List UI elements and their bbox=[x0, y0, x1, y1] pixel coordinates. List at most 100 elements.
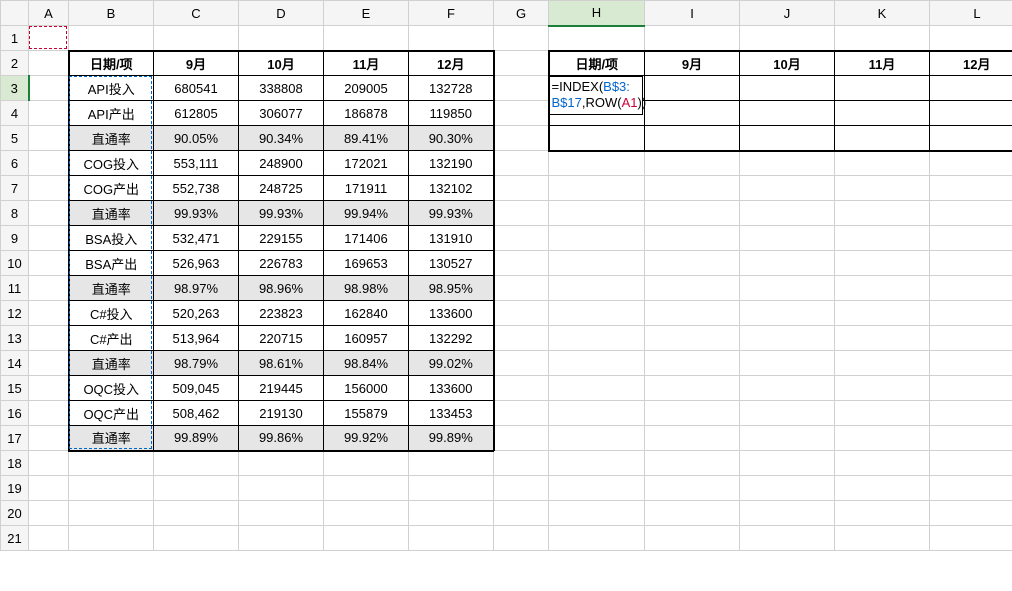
cell-I13[interactable] bbox=[645, 326, 740, 351]
cell-I11[interactable] bbox=[645, 276, 740, 301]
cell-H14[interactable] bbox=[549, 351, 645, 376]
row-header-19[interactable]: 19 bbox=[1, 476, 29, 501]
cell-H2[interactable]: 日期/项 bbox=[549, 51, 645, 76]
cell-A10[interactable] bbox=[29, 251, 69, 276]
cell-G8[interactable] bbox=[494, 201, 549, 226]
cell-L10[interactable] bbox=[930, 251, 1012, 276]
cell-L2[interactable]: 12月 bbox=[930, 51, 1012, 76]
cell-A18[interactable] bbox=[29, 451, 69, 476]
column-header-row[interactable]: A B C D E F G H I J K L bbox=[1, 1, 1012, 26]
row-4[interactable]: 4API产出612805306077186878119850 bbox=[1, 101, 1012, 126]
cell-H21[interactable] bbox=[549, 526, 645, 551]
cell-J13[interactable] bbox=[740, 326, 835, 351]
cell-B3[interactable]: API投入 bbox=[69, 76, 154, 101]
cell-K9[interactable] bbox=[835, 226, 930, 251]
cell-H19[interactable] bbox=[549, 476, 645, 501]
cell-C20[interactable] bbox=[154, 501, 239, 526]
cell-G12[interactable] bbox=[494, 301, 549, 326]
cell-E8[interactable]: 99.94% bbox=[324, 201, 409, 226]
cell-D20[interactable] bbox=[239, 501, 324, 526]
cell-I17[interactable] bbox=[645, 426, 740, 451]
cell-K4[interactable] bbox=[835, 101, 930, 126]
cell-L9[interactable] bbox=[930, 226, 1012, 251]
row-9[interactable]: 9BSA投入532,471229155171406131910 bbox=[1, 226, 1012, 251]
cell-H6[interactable] bbox=[549, 151, 645, 176]
cell-J12[interactable] bbox=[740, 301, 835, 326]
cell-B16[interactable]: OQC产出 bbox=[69, 401, 154, 426]
cell-K18[interactable] bbox=[835, 451, 930, 476]
cell-I20[interactable] bbox=[645, 501, 740, 526]
row-5[interactable]: 5直通率90.05%90.34%89.41%90.30% bbox=[1, 126, 1012, 151]
row-7[interactable]: 7COG产出552,738248725171911132102 bbox=[1, 176, 1012, 201]
cell-D17[interactable]: 99.86% bbox=[239, 426, 324, 451]
row-17[interactable]: 17直通率99.89%99.86%99.92%99.89% bbox=[1, 426, 1012, 451]
cell-D11[interactable]: 98.96% bbox=[239, 276, 324, 301]
row-header-8[interactable]: 8 bbox=[1, 201, 29, 226]
cell-D6[interactable]: 248900 bbox=[239, 151, 324, 176]
cell-I14[interactable] bbox=[645, 351, 740, 376]
cell-D9[interactable]: 229155 bbox=[239, 226, 324, 251]
cell-A17[interactable] bbox=[29, 426, 69, 451]
cell-G20[interactable] bbox=[494, 501, 549, 526]
row-header-20[interactable]: 20 bbox=[1, 501, 29, 526]
col-header-F[interactable]: F bbox=[409, 1, 494, 26]
cell-E21[interactable] bbox=[324, 526, 409, 551]
cell-K12[interactable] bbox=[835, 301, 930, 326]
cell-F11[interactable]: 98.95% bbox=[409, 276, 494, 301]
cell-F6[interactable]: 132190 bbox=[409, 151, 494, 176]
cell-F9[interactable]: 131910 bbox=[409, 226, 494, 251]
cell-I2[interactable]: 9月 bbox=[645, 51, 740, 76]
cell-J3[interactable] bbox=[740, 76, 835, 101]
col-header-D[interactable]: D bbox=[239, 1, 324, 26]
cell-H9[interactable] bbox=[549, 226, 645, 251]
cell-A2[interactable] bbox=[29, 51, 69, 76]
cell-H12[interactable] bbox=[549, 301, 645, 326]
cell-K1[interactable] bbox=[835, 26, 930, 51]
cell-A9[interactable] bbox=[29, 226, 69, 251]
cell-F3[interactable]: 132728 bbox=[409, 76, 494, 101]
cell-D19[interactable] bbox=[239, 476, 324, 501]
cell-A16[interactable] bbox=[29, 401, 69, 426]
cell-L6[interactable] bbox=[930, 151, 1012, 176]
cell-L20[interactable] bbox=[930, 501, 1012, 526]
cell-C11[interactable]: 98.97% bbox=[154, 276, 239, 301]
row-3[interactable]: 3API投入680541338808209005132728 bbox=[1, 76, 1012, 101]
cell-G5[interactable] bbox=[494, 126, 549, 151]
cell-L4[interactable] bbox=[930, 101, 1012, 126]
cell-A7[interactable] bbox=[29, 176, 69, 201]
cell-I12[interactable] bbox=[645, 301, 740, 326]
cell-H5[interactable] bbox=[549, 126, 645, 151]
cell-D3[interactable]: 338808 bbox=[239, 76, 324, 101]
cell-C8[interactable]: 99.93% bbox=[154, 201, 239, 226]
cell-L13[interactable] bbox=[930, 326, 1012, 351]
cell-J5[interactable] bbox=[740, 126, 835, 151]
cell-C9[interactable]: 532,471 bbox=[154, 226, 239, 251]
row-header-14[interactable]: 14 bbox=[1, 351, 29, 376]
cell-K3[interactable] bbox=[835, 76, 930, 101]
cell-J11[interactable] bbox=[740, 276, 835, 301]
row-header-2[interactable]: 2 bbox=[1, 51, 29, 76]
cell-L18[interactable] bbox=[930, 451, 1012, 476]
cell-H7[interactable] bbox=[549, 176, 645, 201]
cell-F21[interactable] bbox=[409, 526, 494, 551]
cell-K19[interactable] bbox=[835, 476, 930, 501]
col-header-A[interactable]: A bbox=[29, 1, 69, 26]
cell-B9[interactable]: BSA投入 bbox=[69, 226, 154, 251]
row-header-1[interactable]: 1 bbox=[1, 26, 29, 51]
cell-G4[interactable] bbox=[494, 101, 549, 126]
cell-A1[interactable] bbox=[29, 26, 69, 51]
cell-F14[interactable]: 99.02% bbox=[409, 351, 494, 376]
cell-K7[interactable] bbox=[835, 176, 930, 201]
cell-E2[interactable]: 11月 bbox=[324, 51, 409, 76]
col-header-E[interactable]: E bbox=[324, 1, 409, 26]
cell-G2[interactable] bbox=[494, 51, 549, 76]
cell-C10[interactable]: 526,963 bbox=[154, 251, 239, 276]
cell-J17[interactable] bbox=[740, 426, 835, 451]
cell-L17[interactable] bbox=[930, 426, 1012, 451]
cell-L12[interactable] bbox=[930, 301, 1012, 326]
cell-I10[interactable] bbox=[645, 251, 740, 276]
cell-C15[interactable]: 509,045 bbox=[154, 376, 239, 401]
row-1[interactable]: 1 bbox=[1, 26, 1012, 51]
cell-E7[interactable]: 171911 bbox=[324, 176, 409, 201]
cell-B17[interactable]: 直通率 bbox=[69, 426, 154, 451]
